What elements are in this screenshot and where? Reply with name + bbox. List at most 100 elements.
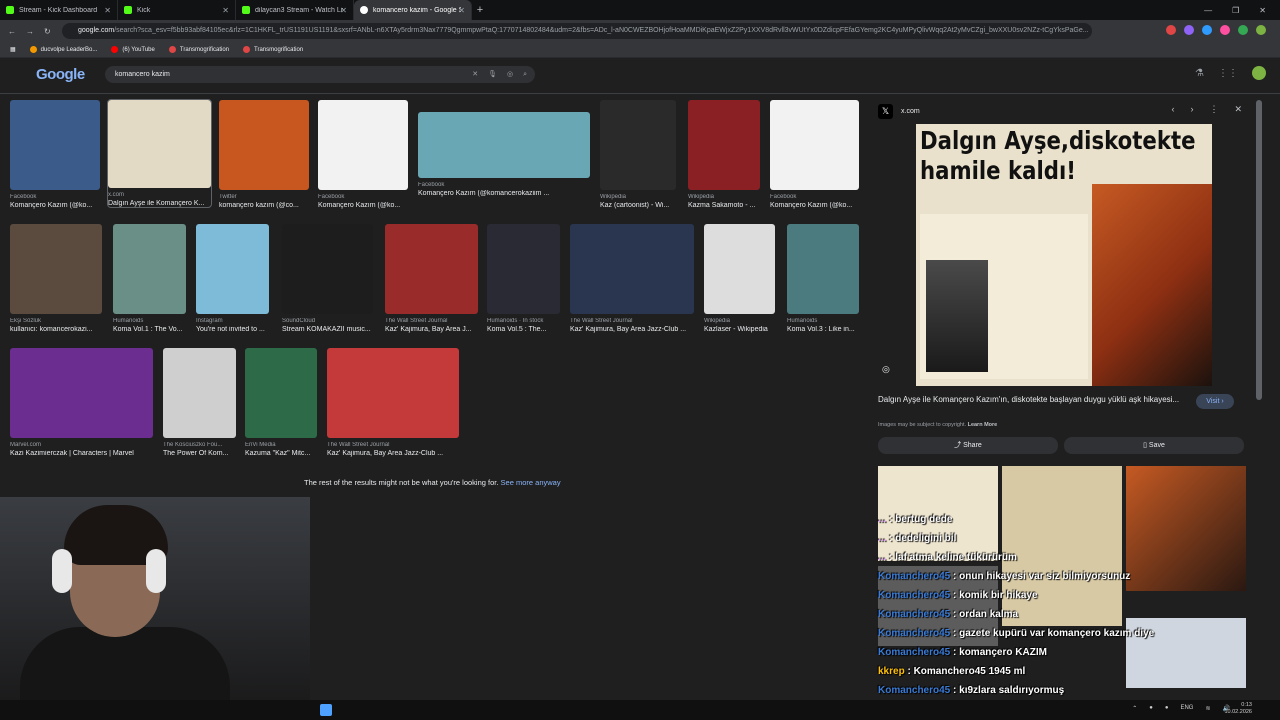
extension-icon[interactable] <box>1202 25 1212 35</box>
result-thumbnail[interactable] <box>196 224 269 314</box>
bookmark-item[interactable]: Transmogrification <box>168 46 229 53</box>
result-thumbnail[interactable] <box>10 224 102 314</box>
chat-username[interactable]: Komanchero45 <box>878 685 950 696</box>
chat-username[interactable]: Komanchero45 <box>878 628 950 639</box>
image-result-card[interactable]: Facebook Komançero Kazım (@komancerokazii… <box>418 112 590 197</box>
clock[interactable]: 0:13 10.02.2026 <box>1224 702 1252 716</box>
chevron-left-icon[interactable]: ‹ <box>1171 104 1174 115</box>
close-icon[interactable]: ✕ <box>340 6 347 15</box>
result-title[interactable]: Komançero Kazım (@ko... <box>770 202 859 209</box>
tray-icon[interactable]: ● <box>1165 705 1169 712</box>
image-result-card[interactable]: Humanoids · In stock Koma Vol.5 : The... <box>487 224 560 333</box>
result-title[interactable]: Kaz' Kajimura, Bay Area J... <box>385 326 478 333</box>
bookmark-item[interactable]: (6) YouTube <box>111 46 155 53</box>
extension-icon[interactable] <box>1220 25 1230 35</box>
image-result-card[interactable]: Facebook Komançero Kazım (@ko... <box>770 100 859 209</box>
result-thumbnail[interactable] <box>600 100 676 190</box>
image-result-card[interactable]: Humanoids Koma Vol.1 : The Vo... <box>113 224 186 333</box>
image-result-card[interactable]: Facebook Komançero Kazım (@ko... <box>10 100 100 209</box>
chat-username[interactable]: Komanchero45 <box>878 590 950 601</box>
result-thumbnail[interactable] <box>282 224 373 314</box>
result-thumbnail[interactable] <box>787 224 859 314</box>
result-thumbnail[interactable] <box>770 100 859 190</box>
result-title[interactable]: Kaz' Kajimura, Bay Area Jazz-Club ... <box>327 450 459 457</box>
extension-icon[interactable] <box>1238 25 1248 35</box>
search-icon[interactable]: ⌕ <box>523 66 527 83</box>
panel-source[interactable]: 𝕏x.com <box>878 104 920 119</box>
new-tab-button[interactable]: + <box>472 4 488 16</box>
maximize-icon[interactable]: ❐ <box>1232 6 1239 15</box>
result-title[interactable]: Kaz' Kajimura, Bay Area Jazz-Club ... <box>570 326 694 333</box>
image-result-card[interactable]: Humanoids Koma Vol.3 : Like in... <box>787 224 859 333</box>
image-result-card[interactable]: The Kosciuszko Fou... The Power Of Kom... <box>163 348 236 457</box>
image-result-card[interactable]: Wikipedia Kazma Sakamoto - ... <box>688 100 760 209</box>
result-thumbnail[interactable] <box>327 348 459 438</box>
bookmark-item[interactable]: ducvolpe LeaderBo... <box>29 46 97 53</box>
close-icon[interactable]: ✕ <box>104 6 111 15</box>
result-title[interactable]: Dalgın Ayşe ile Komançero K... <box>108 200 211 207</box>
result-title[interactable]: Komançero Kazım (@ko... <box>318 202 408 209</box>
forward-icon[interactable]: → <box>26 27 34 36</box>
result-title[interactable]: Kazuma "Kaz" Mitc... <box>245 450 317 457</box>
image-result-card[interactable]: SoundCloud Stream KOMAKAZII music... <box>282 224 373 333</box>
result-thumbnail[interactable] <box>245 348 317 438</box>
image-result-card[interactable]: Marvel.com Kazi Kazimierczak | Characters… <box>10 348 153 457</box>
url-field[interactable]: google.com/search?sca_esv=f5bb93abf84105… <box>62 23 1092 39</box>
extension-icon[interactable] <box>1184 25 1194 35</box>
chat-username[interactable]: Komanchero45 <box>878 571 950 582</box>
account-avatar[interactable] <box>1252 66 1266 80</box>
result-title[interactable]: Komançero Kazım (@ko... <box>10 202 100 209</box>
visit-button[interactable]: Visit › <box>1196 394 1234 409</box>
labs-icon[interactable]: ⚗ <box>1195 68 1204 79</box>
google-logo[interactable]: Google <box>36 66 85 83</box>
image-result-card[interactable]: Instagram You're not invited to ... <box>196 224 269 333</box>
tab-kick[interactable]: Kick ✕ <box>118 0 236 20</box>
image-result-card[interactable]: Wikipedia Kaz (cartoonist) - Wi... <box>600 100 676 209</box>
apps-icon[interactable]: ▦ <box>10 46 16 53</box>
apps-grid-icon[interactable]: ⋮⋮ <box>1218 68 1238 79</box>
result-title[interactable]: Kaz (cartoonist) - Wi... <box>600 202 676 209</box>
result-thumbnail[interactable] <box>10 348 153 438</box>
language-indicator[interactable]: ENG <box>1180 705 1193 712</box>
profile-avatar[interactable] <box>1256 25 1266 35</box>
result-title[interactable]: Stream KOMAKAZII music... <box>282 326 373 333</box>
chat-username[interactable]: kkrep <box>878 666 905 677</box>
result-title[interactable]: The Power Of Kom... <box>163 450 236 457</box>
tray-icon[interactable]: ● <box>1149 705 1153 712</box>
result-thumbnail[interactable] <box>704 224 775 314</box>
result-title[interactable]: Koma Vol.1 : The Vo... <box>113 326 186 333</box>
mic-icon[interactable]: 🎙 <box>488 66 497 83</box>
result-thumbnail[interactable] <box>385 224 478 314</box>
result-thumbnail[interactable] <box>418 112 590 178</box>
extension-icon[interactable] <box>1166 25 1176 35</box>
chat-username[interactable]: Komanchero45 <box>878 647 950 658</box>
lens-icon[interactable]: ◎ <box>507 66 513 83</box>
result-title[interactable]: komançero kazım (@co... <box>219 202 309 209</box>
learn-more-link[interactable]: Learn More <box>968 422 998 428</box>
bookmark-item[interactable]: Transmogrification <box>243 46 303 53</box>
image-result-card[interactable]: The Wall Street Journal Kaz' Kajimura, Ba… <box>385 224 478 333</box>
image-result-card[interactable]: Twitter komançero kazım (@co... <box>219 100 309 209</box>
chevron-right-icon[interactable]: › <box>1190 104 1193 115</box>
result-thumbnail[interactable] <box>570 224 694 314</box>
result-thumbnail[interactable] <box>318 100 408 190</box>
close-icon[interactable]: ✕ <box>1234 104 1242 115</box>
result-thumbnail[interactable] <box>108 100 211 188</box>
image-result-card[interactable]: The Wall Street Journal Kaz' Kajimura, Ba… <box>570 224 694 333</box>
minimize-icon[interactable]: — <box>1204 6 1212 15</box>
result-thumbnail[interactable] <box>113 224 186 314</box>
result-title[interactable]: Kazlaser - Wikipedia <box>704 326 775 333</box>
close-window-icon[interactable]: ✕ <box>1259 6 1266 15</box>
image-result-card[interactable]: Wikipedia Kazlaser - Wikipedia <box>704 224 775 333</box>
search-input[interactable]: komancero kazim ✕ 🎙 ◎ ⌕ <box>105 66 535 83</box>
close-icon[interactable]: ✕ <box>458 6 465 15</box>
more-icon[interactable]: ⋮ <box>1209 104 1218 115</box>
result-thumbnail[interactable] <box>487 224 560 314</box>
result-title[interactable]: Kazma Sakamoto - ... <box>688 202 760 209</box>
result-thumbnail[interactable] <box>688 100 760 190</box>
result-thumbnail[interactable] <box>10 100 100 190</box>
result-title[interactable]: kullanıcı: komancerokazi... <box>10 326 102 333</box>
back-icon[interactable]: ← <box>8 27 16 36</box>
image-result-card[interactable]: x.com Dalgın Ayşe ile Komançero K... <box>107 99 212 208</box>
image-result-card[interactable]: Ekşi Sözlük kullanıcı: komancerokazi... <box>10 224 102 333</box>
